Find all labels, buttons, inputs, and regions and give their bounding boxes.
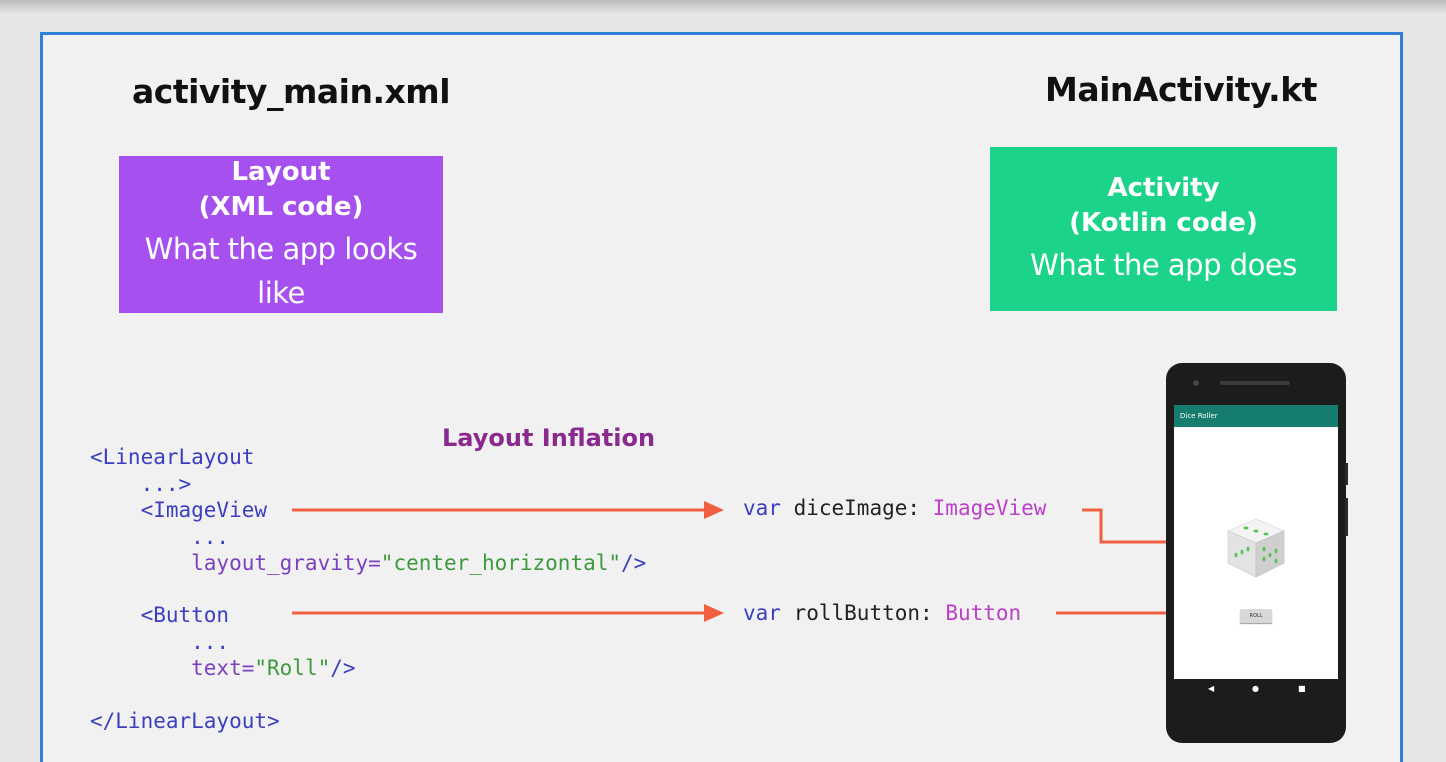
dice-image-icon[interactable] [1224,515,1288,581]
type-button: Button [945,601,1022,625]
app-title-bar: Dice Roller [1174,405,1338,427]
xml-line-imageview: <ImageView [90,498,268,522]
layout-box: Layout (XML code) What the app looks lik… [119,156,443,313]
xml-line-button-ellipsis: ... [90,630,230,654]
activity-box-subtitle: (Kotlin code) [1069,208,1258,238]
camera-icon [1193,380,1199,386]
activity-box-description: What the app does [1030,248,1297,282]
type-imageview: ImageView [932,496,1047,520]
tag-close: /> [621,551,647,575]
activity-box-title: Activity [1107,173,1220,203]
volume-button [1345,463,1348,485]
keyword-var: var [743,601,781,625]
value-center-horizontal: "center_horizontal" [380,551,622,575]
layout-box-subtitle: (XML code) [198,191,364,222]
nav-home-icon[interactable]: ● [1252,684,1259,693]
speaker-grille [1220,381,1290,385]
attr-layout-gravity: layout_gravity= [90,551,381,575]
xml-file-title: activity_main.xml [132,72,451,111]
xml-line-ellipsis: ...> [90,472,192,496]
keyword-var: var [743,496,781,520]
kotlin-line-roll-button: var rollButton: Button [743,600,1021,626]
layout-inflation-label: Layout Inflation [442,424,656,452]
nav-bar: ◀ ● ■ [1174,681,1338,701]
xml-line-imageview-ellipsis: ... [90,525,230,549]
layout-box-description: What the app looks like [144,231,418,310]
top-shadow [0,0,1446,14]
xml-line-layout-gravity: layout_gravity="center_horizontal"/> [90,550,646,576]
kotlin-file-title: MainActivity.kt [1045,70,1317,109]
tag-close: /> [330,656,356,680]
nav-back-icon[interactable]: ◀ [1208,684,1214,693]
roll-button[interactable]: ROLL [1240,609,1272,623]
var-dice-image: diceImage: [780,496,933,520]
kotlin-line-dice-image: var diceImage: ImageView [743,495,1046,521]
nav-recent-icon[interactable]: ■ [1298,684,1306,693]
var-roll-button: rollButton: [780,601,946,625]
attr-text: text= [90,656,255,680]
phone-mockup: Dice Roller ROLL ◀ ● ■ [1166,363,1348,743]
xml-line-text: text="Roll"/> [90,655,356,681]
layout-box-title: Layout [231,156,331,187]
phone-screen: Dice Roller ROLL [1174,405,1338,679]
power-button [1345,498,1348,536]
xml-line-linearlayout-open: <LinearLayout [90,445,255,469]
xml-line-linearlayout-close: </LinearLayout> [90,709,280,733]
xml-line-button: <Button [90,603,230,627]
activity-box: Activity (Kotlin code) What the app does [990,147,1337,311]
value-roll: "Roll" [254,656,331,680]
